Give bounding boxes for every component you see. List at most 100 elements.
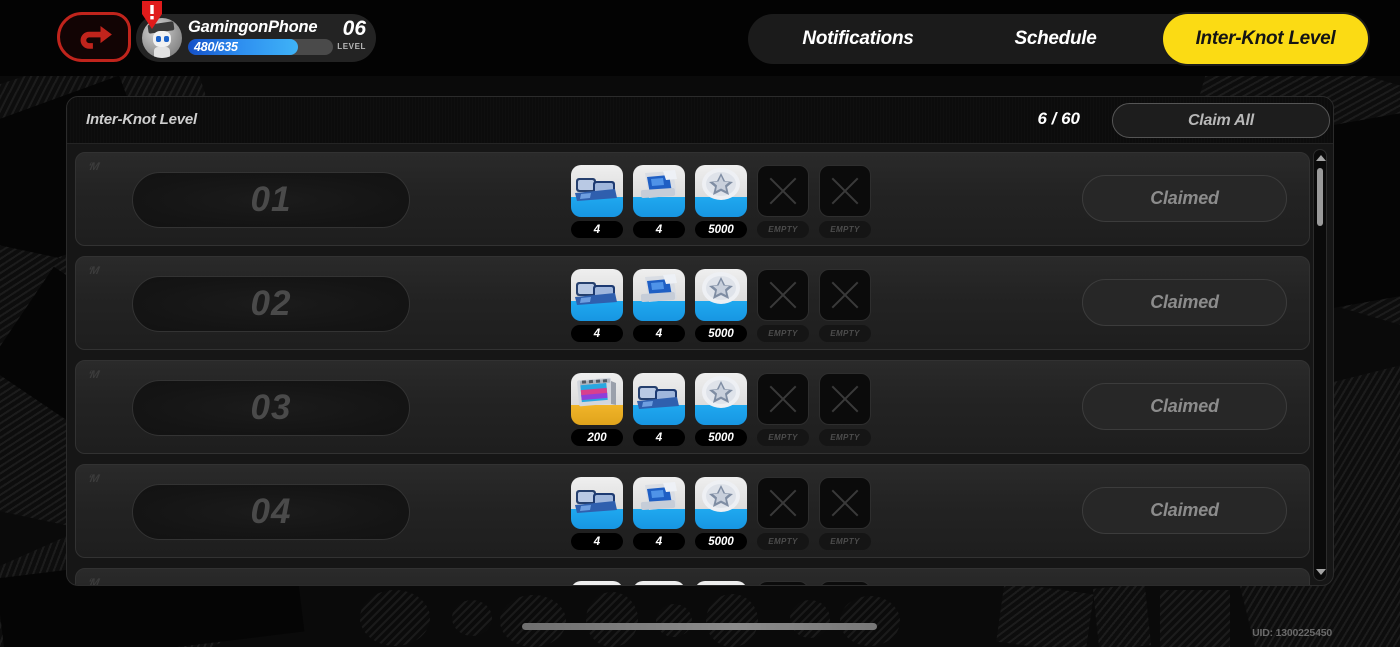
film-ticket-icon[interactable] — [571, 373, 623, 425]
player-name: GamingonPhone — [188, 18, 318, 36]
empty-slot-icon — [757, 373, 809, 425]
denny-battery-pack-icon[interactable] — [571, 477, 623, 529]
claim-counter: 6 / 60 — [1037, 109, 1080, 128]
empty-slot-icon — [819, 477, 871, 529]
claim-all-button[interactable]: Claim All — [1112, 103, 1330, 138]
denny-currency-icon[interactable] — [695, 477, 747, 529]
top-bar: GamingonPhone 480/635 06 LEVEL Notificat… — [0, 0, 1400, 76]
denny-currency-icon[interactable] — [695, 165, 747, 217]
reward-items: 4 4 5000 EMPTY EMPTY — [571, 165, 871, 238]
reward-items: 4 4 5000 EMPTY EMPTY — [571, 269, 871, 342]
claim-button[interactable]: Claimed — [1082, 175, 1287, 222]
reward-item-slot: 4 — [633, 477, 685, 550]
knot-emblem-icon: ‘Μ — [86, 473, 100, 485]
reward-item-quantity: 200 — [571, 429, 623, 446]
reward-item-quantity: 4 — [633, 221, 685, 238]
page-title: Inter-Knot Level — [86, 111, 197, 128]
reward-item-slot: 4 — [633, 373, 685, 446]
energy-drink-icon[interactable] — [633, 165, 685, 217]
reward-item-slot — [571, 581, 623, 585]
reward-item-quantity: 5000 — [695, 325, 747, 342]
denny-currency-icon[interactable] — [695, 373, 747, 425]
back-arrow-icon — [80, 26, 112, 49]
reward-item-quantity: 4 — [571, 325, 623, 342]
scroll-down-arrow-icon[interactable] — [1316, 569, 1326, 575]
reward-item-slot: 5000 — [695, 269, 747, 342]
level-number-text: 03 — [250, 388, 292, 427]
tab-notifications[interactable]: Notifications — [748, 14, 968, 64]
reward-item-quantity: 4 — [633, 533, 685, 550]
reward-item-slot: 5000 — [695, 373, 747, 446]
reward-row: ‘Μ 03 200 4 5000 EMPTY EMPTY Claimed — [75, 360, 1310, 454]
denny-battery-pack-icon[interactable] — [571, 269, 623, 321]
reward-item-slot: 200 — [571, 373, 623, 446]
reward-rows-container: ‘Μ 01 4 4 5000 EMPTY EMPTY Claimed ‘Μ 02 4 4 5000 EMP… — [75, 152, 1315, 586]
level-number-badge: 03 — [132, 380, 410, 436]
reward-item-quantity: EMPTY — [757, 533, 809, 550]
denny-battery-pack-icon[interactable] — [571, 581, 623, 585]
reward-item-slot: EMPTY — [757, 165, 809, 238]
reward-item-quantity: 4 — [571, 533, 623, 550]
reward-row: ‘Μ 04 4 4 5000 EMPTY EMPTY Claimed — [75, 464, 1310, 558]
claim-button[interactable]: Claimed — [1082, 383, 1287, 430]
empty-slot-icon — [757, 581, 809, 585]
level-number-text: 02 — [250, 284, 292, 323]
inter-knot-level-panel: Inter-Knot Level 6 / 60 Claim All ‘Μ 01 4 4… — [66, 96, 1334, 586]
reward-item-slot: 4 — [571, 165, 623, 238]
reward-item-quantity: 5000 — [695, 221, 747, 238]
reward-item-slot — [757, 581, 809, 585]
level-number-text: 01 — [250, 180, 292, 219]
back-button[interactable] — [57, 12, 131, 62]
empty-slot-icon — [757, 165, 809, 217]
reward-item-slot: EMPTY — [819, 165, 871, 238]
uid-label: UID: 1300225450 — [1252, 627, 1332, 639]
reward-row: ‘Μ — [75, 568, 1310, 586]
tab-inter-knot-level[interactable]: Inter-Knot Level — [1163, 14, 1368, 64]
energy-drink-icon[interactable] — [633, 269, 685, 321]
reward-item-quantity: EMPTY — [757, 221, 809, 238]
reward-item-quantity: EMPTY — [757, 429, 809, 446]
reward-item-slot: 4 — [633, 269, 685, 342]
energy-drink-icon[interactable] — [633, 477, 685, 529]
denny-currency-icon[interactable] — [695, 269, 747, 321]
empty-slot-icon — [819, 269, 871, 321]
level-number-badge: 01 — [132, 172, 410, 228]
horizontal-scrollbar[interactable] — [522, 623, 877, 630]
reward-item-quantity: EMPTY — [819, 533, 871, 550]
reward-item-slot: 4 — [633, 165, 685, 238]
claim-button[interactable]: Claimed — [1082, 487, 1287, 534]
alert-exclamation-icon — [142, 1, 162, 29]
exp-value-label: 480/635 — [194, 40, 238, 54]
reward-item-slot: 5000 — [695, 477, 747, 550]
reward-item-slot — [633, 581, 685, 585]
tab-schedule[interactable]: Schedule — [968, 14, 1143, 64]
reward-item-slot: EMPTY — [819, 269, 871, 342]
level-number-text: 04 — [250, 492, 292, 531]
reward-item-slot: EMPTY — [757, 373, 809, 446]
vertical-scrollbar[interactable] — [1313, 149, 1327, 581]
denny-currency-icon[interactable] — [695, 581, 747, 585]
reward-item-quantity: EMPTY — [819, 325, 871, 342]
scroll-up-arrow-icon[interactable] — [1316, 155, 1326, 161]
claim-button[interactable]: Claimed — [1082, 279, 1287, 326]
knot-emblem-icon: ‘Μ — [86, 577, 100, 586]
reward-item-slot — [819, 581, 871, 585]
reward-item-quantity: 4 — [633, 325, 685, 342]
denny-battery-pack-icon[interactable] — [571, 165, 623, 217]
scrollbar-thumb[interactable] — [1317, 168, 1323, 226]
level-number-badge: 04 — [132, 484, 410, 540]
knot-emblem-icon: ‘Μ — [86, 265, 100, 277]
nav-tabs: Notifications Schedule Inter-Knot Level — [748, 14, 1368, 64]
reward-item-quantity: 4 — [633, 429, 685, 446]
empty-slot-icon — [757, 477, 809, 529]
reward-items: 200 4 5000 EMPTY EMPTY — [571, 373, 871, 446]
empty-slot-icon — [819, 581, 871, 585]
denny-battery-pack-icon[interactable] — [633, 373, 685, 425]
reward-item-slot: EMPTY — [819, 373, 871, 446]
player-info-card[interactable]: GamingonPhone 480/635 06 LEVEL — [136, 14, 376, 62]
empty-slot-icon — [757, 269, 809, 321]
knot-emblem-icon: ‘Μ — [86, 161, 100, 173]
panel-header: Inter-Knot Level 6 / 60 Claim All — [67, 97, 1333, 144]
player-level-label: LEVEL — [337, 42, 366, 51]
energy-drink-icon[interactable] — [633, 581, 685, 585]
